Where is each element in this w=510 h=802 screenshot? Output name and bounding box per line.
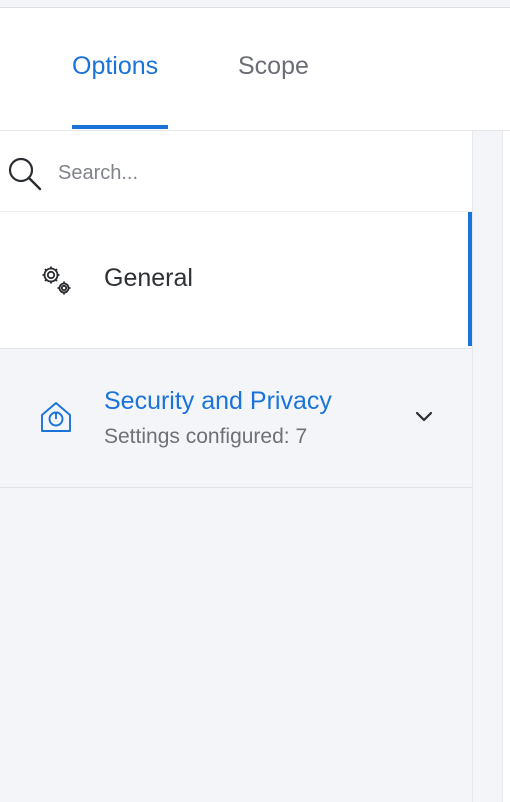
chevron-down-icon[interactable]	[412, 405, 436, 429]
scroll-rail	[472, 131, 503, 802]
content-panel-edge	[502, 131, 510, 802]
sidebar-item-security-and-privacy[interactable]: Security and Privacy Settings configured…	[0, 349, 472, 488]
tab-bar: Options Scope	[0, 8, 510, 131]
security-house-icon	[41, 402, 71, 432]
tab-scope[interactable]: Scope	[238, 52, 309, 81]
search-icon[interactable]	[6, 155, 42, 191]
sidebar-item-general[interactable]: General	[0, 212, 472, 349]
active-tab-indicator	[72, 125, 168, 129]
top-border	[0, 0, 510, 8]
tab-options[interactable]: Options	[72, 52, 158, 81]
sidebar-item-label: General	[104, 264, 193, 292]
gears-icon	[42, 266, 71, 295]
search-bar	[0, 131, 502, 212]
settings-configured-count: Settings configured: 7	[104, 425, 308, 448]
search-input[interactable]	[56, 157, 460, 189]
sidebar-item-label: Security and Privacy	[104, 387, 332, 415]
